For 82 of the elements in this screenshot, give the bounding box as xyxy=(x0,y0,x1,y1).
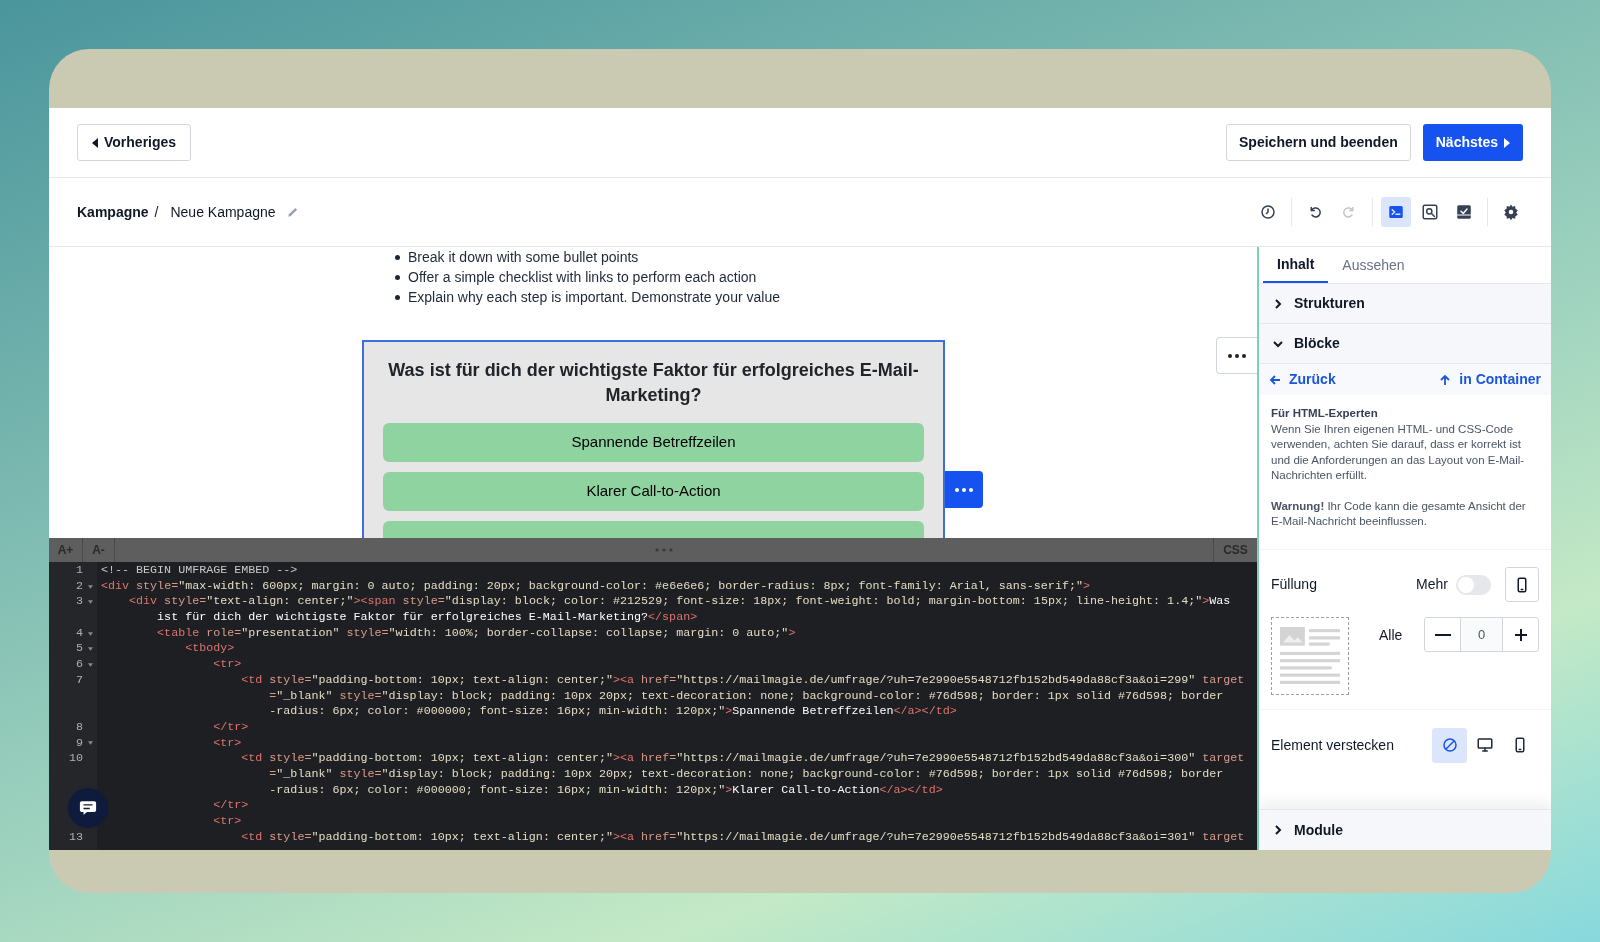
bullet-text: Explain why each step is important. Demonstrate your value xyxy=(408,288,780,307)
code-line: <tbody> xyxy=(184,641,235,658)
back-button[interactable]: Vorheriges xyxy=(77,124,192,161)
next-button[interactable]: Nächstes xyxy=(1422,124,1523,161)
line-number: 7 xyxy=(75,672,83,689)
code-line: -radius: 6px; color: #000000; font-size: 16px; min-width: 120px;">Klarer Call-to-Action</a></td> xyxy=(268,782,943,799)
chat-icon xyxy=(79,800,97,816)
line-number: 2 xyxy=(75,578,83,595)
ellipsis-icon xyxy=(1228,353,1246,358)
history-icon xyxy=(1259,203,1277,221)
line-number: 10 xyxy=(67,751,83,767)
code-line: <table role="presentation" style="width: 100%; border-collapse: collapse; margin: 0 auto;"> xyxy=(156,625,796,642)
code-line: <td style="padding-bottom: 10px; text-align: center;"><a href="https://mailmagie.de/umfrage/?uh=7e2990e5548712fb152bd549da88cf3a&oi=299" target xyxy=(240,672,1245,689)
toggle-label: Mehr xyxy=(1416,575,1448,594)
survey-question: Was ist für dich der wichtigste Faktor für erfolgreiches E-Mail-Marketing? xyxy=(387,359,920,407)
line-number: 13 xyxy=(67,829,83,846)
line-number: 9 xyxy=(75,735,83,752)
layout-thumbnail-drawing xyxy=(1280,626,1340,686)
code-line: <tr> xyxy=(212,814,242,830)
campaign-name: Neue Kampagne xyxy=(170,202,276,222)
prohibited-icon xyxy=(1440,736,1459,754)
save-button[interactable]: Speichern und beenden xyxy=(1226,124,1411,161)
line-number: 6 xyxy=(75,657,83,673)
code-line: ist für dich der wichtigste Faktor für erfolgreiches E-Mail-Marketing?</span> xyxy=(156,610,698,626)
pencil-icon xyxy=(285,205,300,219)
breadcrumb-link[interactable]: Kampagne xyxy=(77,201,149,223)
mobile-button[interactable] xyxy=(1505,567,1539,602)
breadcrumb-separator: / xyxy=(154,202,159,222)
code-line: ="_blank" style="display: block; padding: 10px 20px; text-decoration: none; background-color: #76d598; border: 1px solid #76d598; border xyxy=(268,688,1224,705)
bullet-text: Break it down with some bullet points xyxy=(408,248,639,267)
field-label: Alle xyxy=(1379,626,1404,645)
answer-button[interactable]: Klarer Call-to-Action xyxy=(383,472,924,511)
code-line: </tr> xyxy=(212,798,249,814)
code-line: </tr> xyxy=(212,719,249,736)
accordion-header[interactable]: Module xyxy=(1259,809,1551,850)
code-line: <tr> xyxy=(212,735,242,752)
terminal-icon xyxy=(1387,203,1405,221)
code-line: <!-- BEGIN UMFRAGE EMBED --> xyxy=(100,563,298,579)
more-button[interactable] xyxy=(1216,337,1257,374)
field-label: Element verstecken xyxy=(1271,735,1395,755)
info-title: Für HTML-Experten xyxy=(1271,406,1379,421)
line-number: 4 xyxy=(75,625,83,642)
ellipsis-icon xyxy=(955,487,973,492)
arrow-left-icon xyxy=(1269,373,1281,386)
arrow-up-icon xyxy=(1439,373,1452,386)
bullet-text: Offer a simple checklist with links to perform each action xyxy=(408,268,757,287)
settings-icon xyxy=(1502,203,1520,221)
back-link[interactable]: Zurück xyxy=(1269,369,1336,390)
line-number: 1 xyxy=(75,563,83,579)
warning-text: Warnung! Ihr Code kann die gesamte Ansicht der E-Mail-Nachricht beeinflussen. xyxy=(1271,498,1527,529)
code-line: ="_blank" style="display: block; padding: 10px 20px; text-decoration: none; background-color: #76d598; border: 1px solid #76d598; border xyxy=(268,766,1224,783)
edit-button[interactable] xyxy=(285,205,300,219)
code-line: -radius: 6px; color: #000000; font-size: 16px; min-width: 120px;">Spannende Betreffzeilen</a></td> xyxy=(268,704,957,720)
code-line: <td style="padding-bottom: 10px; text-align: center;"><a href="https://mailmagie.de/umfrage/?uh=7e2990e5548712fb152bd549da88cf3a&oi=300" target xyxy=(240,751,1245,767)
toggle-switch[interactable] xyxy=(1456,574,1491,595)
accordion-header[interactable]: Blöcke xyxy=(1259,324,1551,364)
chevron-right-icon xyxy=(1272,824,1284,836)
panel-tab[interactable]: Aussehen xyxy=(1328,247,1419,283)
chevron-right-icon xyxy=(1272,297,1284,310)
more-button[interactable] xyxy=(945,471,983,508)
preview-icon xyxy=(1421,203,1439,221)
line-number: 3 xyxy=(75,594,83,611)
checklist-icon xyxy=(1455,203,1473,221)
toolbar-button[interactable] xyxy=(1381,197,1411,227)
code-line: <div style="max-width: 600px; margin: 0 auto; padding: 20px; background-color: #e6e6e6; border-radius: 8px; font-family: Arial, sans-serif;"> xyxy=(100,578,1090,595)
caret-icon xyxy=(1504,137,1510,148)
accordion-header[interactable]: Strukturen xyxy=(1259,284,1551,324)
monitor-icon xyxy=(1475,736,1494,754)
drag-handle-icon xyxy=(655,548,673,552)
caret-icon xyxy=(92,137,98,148)
minus-icon xyxy=(1434,633,1451,636)
code-line: <div style="text-align: center;"><span style="display: block; color: #212529; font-size: 18px; font-weight: bold; margin-bottom: 15px; line-height: 1.4;">Was xyxy=(128,594,1231,611)
code-line: <tr> xyxy=(212,657,242,673)
answer-button[interactable]: Spannende Betreffzeilen xyxy=(383,423,924,462)
plus-icon xyxy=(1512,626,1529,643)
line-number: 5 xyxy=(75,641,83,658)
code-line: <td style="padding-bottom: 10px; text-align: center;"><a href="https://mailmagie.de/umfrage/?uh=7e2990e5548712fb152bd549da88cf3a&oi=301" target xyxy=(240,829,1245,846)
field-label: Füllung xyxy=(1271,575,1318,594)
container-link[interactable]: in Container xyxy=(1439,369,1541,390)
number-input[interactable]: 0 xyxy=(1461,618,1502,651)
line-number: 8 xyxy=(75,719,83,736)
info-text: Wenn Sie Ihren eigenen HTML- und CSS-Code verwenden, achten Sie darauf, dass er korrekt ist und die Anforderungen an das Layout von E-Mail-Nachrichten erfüllt. xyxy=(1271,421,1526,483)
